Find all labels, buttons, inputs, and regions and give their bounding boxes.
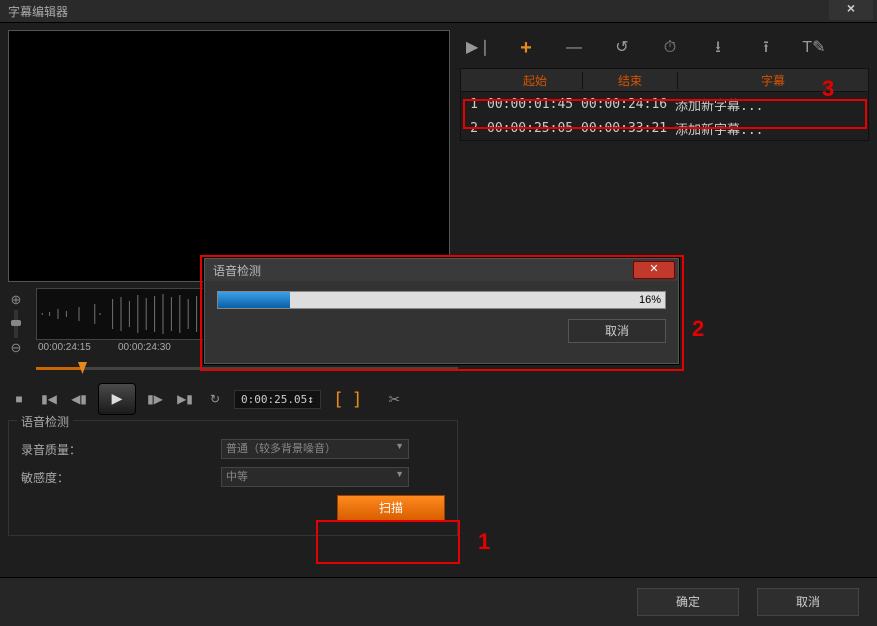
subtitle-row[interactable]: 1 00:00:01:45 00:00:24:16 添加新字幕... [461,92,868,116]
cut-icon[interactable]: ✂ [389,391,401,408]
play-button[interactable]: ▶ [98,383,136,415]
header-end[interactable]: 结束 [583,72,678,89]
zoom-out-icon[interactable]: ⊖ [8,340,24,356]
subtitle-list: 1 00:00:01:45 00:00:24:16 添加新字幕... 2 00:… [460,92,869,141]
subtitle-editor-window: 字幕编辑器 × ⊕ ⊖ [0,0,877,626]
seek-bar[interactable] [36,362,458,376]
recording-quality-select[interactable]: 普通（较多背景噪音） [221,439,409,459]
next-button[interactable]: ▶▮ [174,388,196,410]
sensitivity-label: 敏感度： [21,469,221,486]
subtitle-row[interactable]: 2 00:00:25:05 00:00:33:21 添加新字幕... [461,116,868,140]
dialog-titlebar: 语音检测 ✕ [205,259,678,281]
remove-subtitle-icon[interactable]: — [562,37,586,59]
zoom-slider[interactable] [14,310,18,338]
subtitle-toolbar: ▶❘ + — ↺ ⏱ ⭳ ⭱ T✎ [460,22,869,68]
recording-quality-label: 录音质量： [21,441,221,458]
time-sync-icon[interactable]: ⏱ [658,37,682,59]
subtitle-list-header: 起始 结束 字幕 [460,68,869,92]
header-start[interactable]: 起始 [488,72,583,89]
step-back-button[interactable]: ◀▮ [68,388,90,410]
dialog-footer: 确定 取消 [0,577,877,626]
export-icon[interactable]: ⭱ [754,37,778,59]
step-forward-button[interactable]: ▮▶ [144,388,166,410]
annotation-number-3: 3 [822,76,834,102]
prev-button[interactable]: ▮◀ [38,388,60,410]
timeline-label-0: 00:00:24:15 [38,342,91,353]
row-text[interactable]: 添加新字幕... [675,119,868,138]
dialog-cancel-button[interactable]: 取消 [568,319,666,343]
annotation-number-2: 2 [692,316,704,342]
import-icon[interactable]: ⭳ [706,37,730,59]
window-close-button[interactable]: × [829,0,873,20]
cancel-button[interactable]: 取消 [757,588,859,616]
dialog-close-button[interactable]: ✕ [633,261,675,279]
row-text[interactable]: 添加新字幕... [675,95,868,114]
annotation-number-1: 1 [478,529,490,555]
sensitivity-select[interactable]: 中等 [221,467,409,487]
row-start[interactable]: 00:00:25:05 [487,121,581,136]
row-index: 1 [461,97,487,112]
scan-button[interactable]: 扫描 [337,495,445,521]
text-style-icon[interactable]: T✎ [802,37,826,59]
window-title: 字幕编辑器 [8,3,68,20]
video-preview[interactable] [8,30,450,282]
voice-detection-dialog: 语音检测 ✕ 16% 取消 [204,258,679,364]
loop-button[interactable]: ↻ [204,388,226,410]
add-subtitle-icon[interactable]: + [514,37,538,59]
row-end[interactable]: 00:00:24:16 [581,97,675,112]
timeline-label-1: 00:00:24:30 [118,342,171,353]
progress-bar: 16% [217,291,666,309]
header-text[interactable]: 字幕 [678,72,868,89]
transport-controls: ■ ▮◀ ◀▮ ▶ ▮▶ ▶▮ ↻ 0:00:25.05↕ [ ] ✂ [8,382,458,416]
insert-at-playhead-icon[interactable]: ▶❘ [466,37,490,59]
undo-icon[interactable]: ↺ [610,37,634,59]
voice-detection-legend: 语音检测 [17,413,73,430]
row-start[interactable]: 00:00:01:45 [487,97,581,112]
row-index: 2 [461,121,487,136]
zoom-in-icon[interactable]: ⊕ [8,292,24,308]
ok-button[interactable]: 确定 [637,588,739,616]
dialog-title: 语音检测 [213,262,261,279]
voice-detection-panel: 语音检测 录音质量： 普通（较多背景噪音） 敏感度： 中等 扫描 [8,420,458,536]
titlebar: 字幕编辑器 × [0,0,877,23]
mark-out-icon[interactable]: ] [352,389,377,410]
progress-percent-label: 16% [639,292,661,308]
zoom-slider-thumb[interactable] [11,320,21,326]
timecode-field[interactable]: 0:00:25.05↕ [234,390,321,409]
progress-bar-fill [218,292,290,308]
stop-button[interactable]: ■ [8,388,30,410]
row-end[interactable]: 00:00:33:21 [581,121,675,136]
